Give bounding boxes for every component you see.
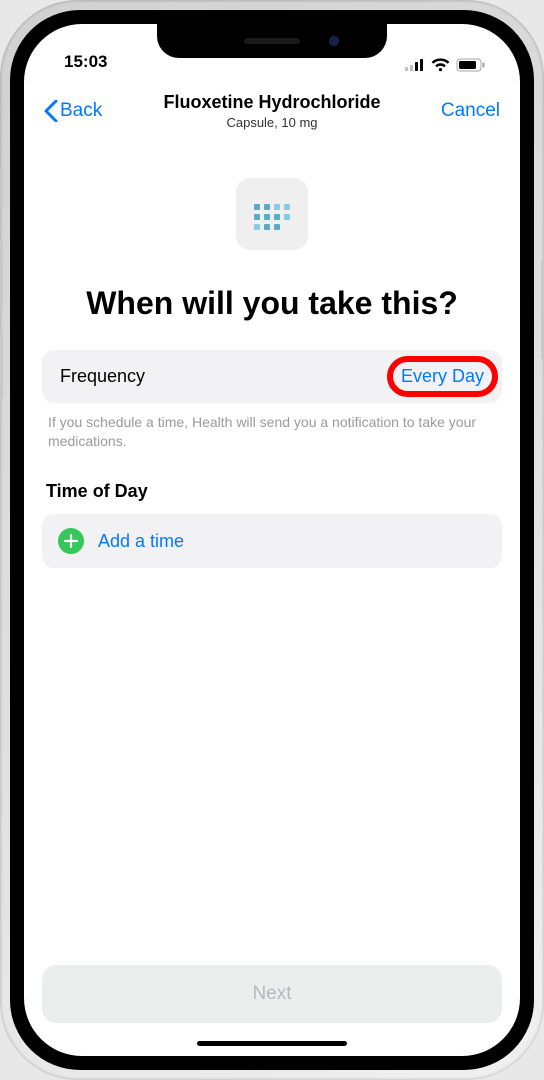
back-label: Back [60, 100, 102, 122]
nav-bar: Back Fluoxetine Hydrochloride Capsule, 1… [24, 78, 520, 142]
page-title: Fluoxetine Hydrochloride [134, 92, 410, 113]
prompt-heading: When will you take this? [66, 284, 478, 322]
nav-title-block: Fluoxetine Hydrochloride Capsule, 10 mg [134, 92, 410, 130]
frequency-label: Frequency [60, 366, 145, 387]
cellular-icon [405, 59, 425, 71]
chevron-left-icon [44, 100, 58, 122]
page-subtitle: Capsule, 10 mg [134, 115, 410, 130]
content-area: When will you take this? Frequency Every… [24, 142, 520, 1056]
plus-icon [58, 528, 84, 554]
wifi-icon [431, 58, 450, 72]
phone-frame: 15:03 Ba [0, 0, 544, 1080]
volume-down-button [0, 330, 3, 400]
add-time-button[interactable]: Add a time [42, 514, 502, 568]
add-time-label: Add a time [98, 531, 184, 552]
frequency-value[interactable]: Every Day [401, 366, 484, 387]
cancel-button[interactable]: Cancel [410, 100, 500, 122]
home-indicator[interactable] [197, 1041, 347, 1046]
frequency-row[interactable]: Frequency Every Day [42, 350, 502, 403]
screen: 15:03 Ba [24, 24, 520, 1056]
back-button[interactable]: Back [44, 100, 134, 122]
silent-switch [0, 170, 3, 210]
notch [157, 24, 387, 58]
next-button[interactable]: Next [42, 965, 502, 1023]
time-of-day-heading: Time of Day [46, 481, 498, 502]
status-time: 15:03 [64, 52, 107, 72]
calendar-icon [236, 178, 308, 250]
helper-text: If you schedule a time, Health will send… [42, 403, 502, 451]
battery-icon [456, 58, 486, 72]
volume-up-button [0, 240, 3, 310]
